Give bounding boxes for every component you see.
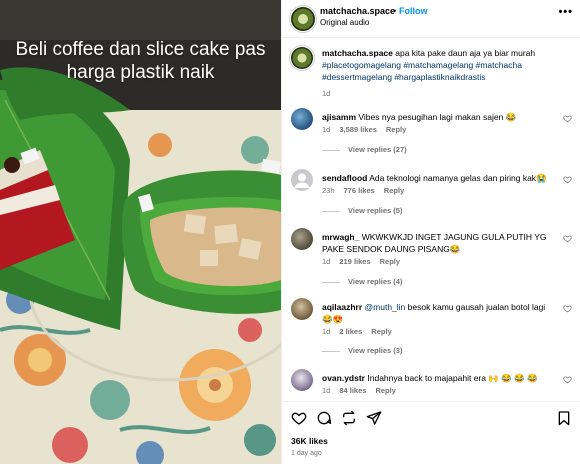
commenter-avatar[interactable] [291,298,313,320]
comment-likes[interactable]: 3,589 likes [339,125,377,134]
comment-text: ajisamm Vibes nya pesugihan lagi makan s… [322,111,550,123]
username-link[interactable]: matchacha.space [320,6,395,16]
repost-icon[interactable] [341,410,357,426]
caption-meta: 1d [322,89,339,98]
caption-age: 1d [322,89,331,98]
avatar[interactable] [291,7,315,31]
likes-count[interactable]: 36K likes [291,436,328,446]
view-replies-button[interactable]: View replies (3) [322,346,402,355]
comments-list[interactable]: matchacha.space apa kita pake daun aja y… [282,39,580,401]
hashtag-link[interactable]: #hargaplastiknaikdrastis [394,72,485,82]
reply-button[interactable]: Reply [386,125,406,134]
reply-button[interactable]: Reply [380,257,400,266]
like-comment-heart-icon[interactable] [563,175,572,184]
like-comment-heart-icon[interactable] [563,304,572,313]
comment-likes[interactable]: 84 likes [339,386,366,395]
commenter-username[interactable]: ajisamm [322,112,356,122]
comment-likes[interactable]: 219 likes [339,257,370,266]
reply-button[interactable]: Reply [384,186,404,195]
hashtag-link[interactable]: #matchacha [476,60,522,70]
commenter-username[interactable]: mrwagh_ [322,232,359,242]
comment-age: 1d [322,327,331,336]
like-comment-heart-icon[interactable] [563,114,572,123]
caption-body: apa kita pake daun aja ya biar murah [395,48,536,58]
reply-button[interactable]: Reply [371,327,391,336]
post-timestamp: 1 day ago [291,450,322,457]
commenter-username[interactable]: aqilaazhrr [322,302,362,312]
follow-button[interactable]: Follow [399,6,428,16]
comment-likes[interactable]: 776 likes [344,186,375,195]
more-options-icon[interactable]: ••• [558,6,573,18]
avatar[interactable] [291,47,313,69]
comment-text: sendaflood Ada teknologi namanya gelas d… [322,172,550,184]
mention-link[interactable]: @muth_lin [365,302,406,312]
comment-bubble-icon[interactable] [316,410,332,426]
audio-link[interactable]: Original audio [320,18,369,27]
bookmark-icon[interactable] [556,410,572,426]
comment-age: 23h [322,186,335,195]
heart-icon[interactable] [291,410,307,426]
post-header: matchacha.space • Follow Original audio … [282,0,580,38]
commenter-avatar[interactable] [291,369,313,391]
view-replies-button[interactable]: View replies (5) [322,206,402,215]
comment-meta: 1d 3,589 likes Reply [322,125,415,134]
view-replies-button[interactable]: View replies (4) [322,277,402,286]
like-comment-heart-icon[interactable] [563,375,572,384]
comment-text: mrwagh_ WKWKWKJD INGET JAGUNG GULA PUTIH… [322,231,550,255]
comment-age: 1d [322,257,331,266]
post-media[interactable]: Beli coffee dan slice cake pas harga pla… [0,0,281,464]
caption-username[interactable]: matchacha.space [322,48,393,58]
post-side-panel: matchacha.space • Follow Original audio … [281,0,580,464]
commenter-avatar[interactable] [291,169,313,191]
comment-body: Vibes nya pesugihan lagi makan sajen 😂 [358,112,517,122]
comment-text: aqilaazhrr @muth_lin besok kamu gausah j… [322,301,550,325]
separator-dot: • [393,6,397,16]
comment-meta: 1d 219 likes Reply [322,257,409,266]
send-icon[interactable] [366,410,382,426]
commenter-username[interactable]: sendaflood [322,173,367,183]
comment-text: ovan.ydstr Indahnya back to majapahit er… [322,372,550,384]
commenter-avatar[interactable] [291,108,313,130]
video-text-overlay: Beli coffee dan slice cake pas harga pla… [15,39,266,83]
comment-body: Ada teknologi namanya gelas dan piring k… [369,173,547,183]
commenter-username[interactable]: ovan.ydstr [322,373,365,383]
comment-age: 1d [322,386,331,395]
commenter-avatar[interactable] [291,228,313,250]
comment-age: 1d [322,125,331,134]
caption-text: matchacha.space apa kita pake daun aja y… [322,47,572,83]
like-comment-heart-icon[interactable] [563,234,572,243]
default-user-icon [294,173,310,188]
hashtag-link[interactable]: #placetogomagelang [322,60,401,70]
post-action-bar: 36K likes 1 day ago [282,401,580,464]
comment-meta: 23h 776 likes Reply [322,186,413,195]
hashtag-link[interactable]: #matchamagelang [403,60,473,70]
comment-body: Indahnya back to majapahit era 🙌 😂 😂 😂 [367,373,538,383]
hashtag-link[interactable]: #dessertmagelang [322,72,392,82]
comment-meta: 1d 84 likes Reply [322,386,405,395]
reply-button[interactable]: Reply [375,386,395,395]
comment-likes[interactable]: 2 likes [339,327,362,336]
comment-meta: 1d 2 likes Reply [322,327,401,336]
view-replies-button[interactable]: View replies (27) [322,145,407,154]
